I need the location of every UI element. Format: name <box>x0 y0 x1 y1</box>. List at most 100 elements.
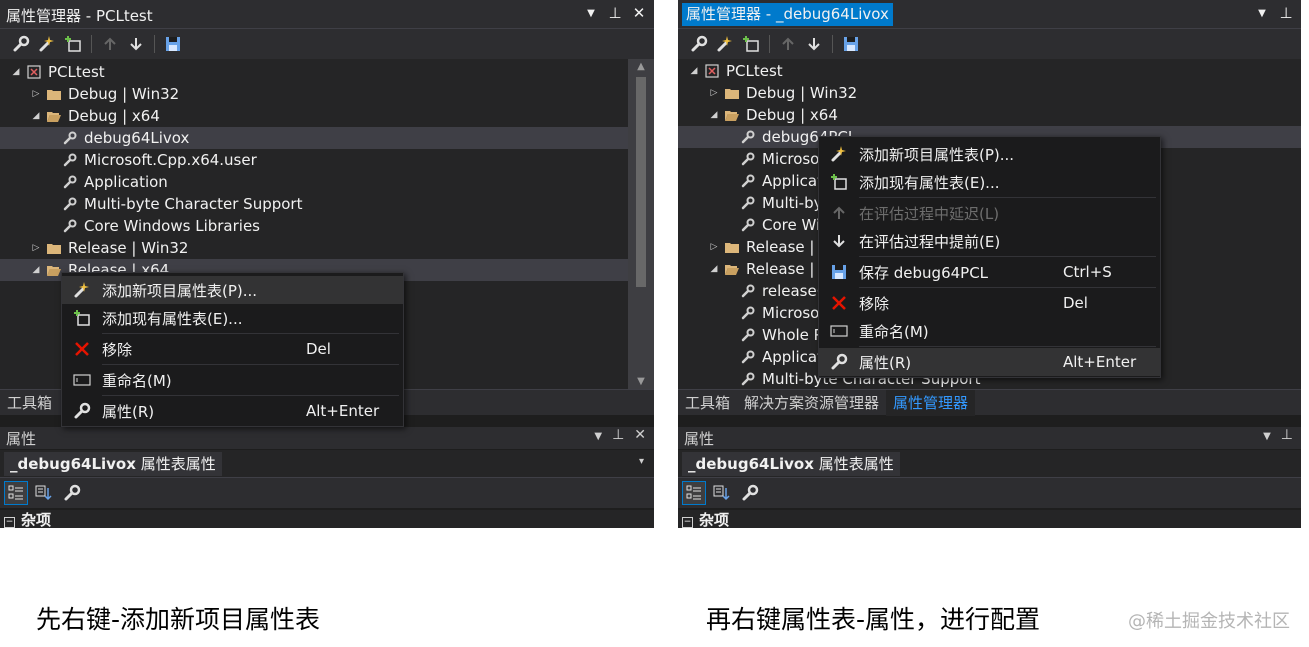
expand-arrow-icon[interactable]: ◢ <box>688 60 700 82</box>
expand-arrow-icon[interactable]: ◢ <box>30 105 42 127</box>
properties-button[interactable] <box>8 32 34 56</box>
tree-node-property-sheet[interactable]: Core Windows Libraries <box>62 215 260 237</box>
menu-item-remove[interactable]: 移除 Del <box>819 289 1160 317</box>
scroll-thumb[interactable] <box>636 77 646 287</box>
collapse-arrow-icon[interactable]: ▷ <box>30 83 42 105</box>
menu-item-label: 添加现有属性表(E)... <box>859 173 1000 192</box>
category-misc[interactable]: − 杂项 <box>0 510 654 528</box>
properties-panel-header: 属性 ▼ ⊥ <box>678 427 1301 449</box>
add-existing-sheet-icon <box>819 173 859 191</box>
save-icon <box>166 37 180 51</box>
menu-item-save[interactable]: 保存 debug64PCL Ctrl+S <box>819 258 1160 286</box>
tab-solution-explorer[interactable]: 解决方案资源管理器 <box>737 390 886 416</box>
move-up-button[interactable] <box>775 32 801 56</box>
tab-toolbox[interactable]: 工具箱 <box>0 390 59 416</box>
tree-node-property-sheet-selected[interactable]: debug64Livox <box>0 127 628 149</box>
panel-title: 属性管理器 - _debug64Livox <box>682 3 893 26</box>
add-existing-sheet-button[interactable] <box>60 32 86 56</box>
menu-item-add-existing-sheet[interactable]: 添加现有属性表(E)... <box>819 168 1160 196</box>
properties-object-selector[interactable]: _debug64Livox 属性表属性 <box>678 450 1301 478</box>
scroll-up-icon[interactable]: ▲ <box>628 61 654 72</box>
menu-item-rename[interactable]: 重命名(M) <box>819 317 1160 345</box>
tree-scrollbar[interactable]: ▲ ▼ <box>628 59 654 389</box>
tree-node-project[interactable]: ◢ PCLtest <box>688 60 783 82</box>
properties-object-selector[interactable]: _debug64Livox 属性表属性 ▾ <box>0 450 654 478</box>
panel-titlebar: 属性管理器 - PCLtest ▼ ⊥ ✕ <box>0 0 654 29</box>
pin-button[interactable]: ⊥ <box>612 427 624 447</box>
menu-item-label: 属性(R) <box>102 402 155 421</box>
collapse-arrow-icon[interactable]: ▷ <box>708 236 720 258</box>
add-new-sheet-icon <box>717 36 732 52</box>
pin-button[interactable]: ⊥ <box>1281 427 1293 447</box>
tree-node-config[interactable]: ◢ Debug | x64 <box>708 104 838 126</box>
tree-node-project[interactable]: ◢ PCLtest <box>10 61 105 83</box>
menu-item-add-new-sheet[interactable]: 添加新项目属性表(P)... <box>819 140 1160 168</box>
add-new-sheet-button[interactable] <box>712 32 738 56</box>
window-position-dropdown-button[interactable]: ▼ <box>584 4 598 24</box>
add-new-sheet-icon <box>39 36 54 52</box>
collapse-toggle-icon[interactable]: − <box>682 517 693 528</box>
menu-item-add-existing-sheet[interactable]: 添加现有属性表(E)... <box>62 304 403 332</box>
alphabetical-button[interactable] <box>710 481 734 505</box>
folder-icon <box>724 85 740 101</box>
expand-arrow-icon[interactable]: ◢ <box>708 258 720 280</box>
menu-item-move-earlier[interactable]: 在评估过程中提前(E) <box>819 227 1160 255</box>
categorized-button[interactable] <box>682 481 706 505</box>
properties-panel-title: 属性 <box>684 430 715 448</box>
save-button[interactable] <box>160 32 186 56</box>
tree-node-label: Debug | x64 <box>68 107 160 125</box>
tree-node-config[interactable]: ▷ Release | Win32 <box>30 237 189 259</box>
properties-button[interactable] <box>686 32 712 56</box>
menu-item-properties[interactable]: 属性(R) Alt+Enter <box>62 397 403 425</box>
property-manager-toolbar <box>678 29 1301 59</box>
add-existing-sheet-button[interactable] <box>738 32 764 56</box>
tab-property-manager[interactable]: 属性管理器 <box>886 389 976 416</box>
menu-item-rename[interactable]: 重命名(M) <box>62 366 403 394</box>
move-down-button[interactable] <box>123 32 149 56</box>
window-position-dropdown-button[interactable]: ▼ <box>1255 4 1269 24</box>
scroll-down-icon[interactable]: ▼ <box>628 376 654 387</box>
close-button[interactable]: ✕ <box>632 4 646 24</box>
save-icon <box>844 37 858 51</box>
close-button[interactable]: ✕ <box>634 427 646 447</box>
collapse-arrow-icon[interactable]: ▷ <box>30 237 42 259</box>
tree-node-property-sheet[interactable]: Application <box>62 171 168 193</box>
alphabetical-button[interactable] <box>32 481 56 505</box>
expand-arrow-icon[interactable]: ◢ <box>30 259 42 281</box>
category-misc[interactable]: − 杂项 <box>678 510 1301 528</box>
menu-separator <box>859 256 1156 257</box>
tree-node-config[interactable]: ◢ Debug | x64 <box>30 105 160 127</box>
menu-item-remove[interactable]: 移除 Del <box>62 335 403 363</box>
collapse-toggle-icon[interactable]: − <box>4 517 15 528</box>
menu-item-move-later[interactable]: 在评估过程中延迟(L) <box>819 199 1160 227</box>
tree-node-config[interactable]: ▷ Debug | Win32 <box>708 82 858 104</box>
toolbar-separator <box>91 35 92 53</box>
pin-button[interactable]: ⊥ <box>608 4 622 24</box>
menu-item-add-new-sheet[interactable]: 添加新项目属性表(P)... <box>62 276 403 304</box>
tab-toolbox[interactable]: 工具箱 <box>678 390 737 416</box>
tree-node-label: PCLtest <box>48 63 105 81</box>
tree-node-config[interactable]: ▷ Debug | Win32 <box>30 83 180 105</box>
add-new-sheet-icon <box>62 281 102 299</box>
tree-node-property-sheet[interactable]: Multi-byte Character Support <box>62 193 302 215</box>
tree-node-property-sheet[interactable]: Microsoft.Cpp.x64.user <box>62 149 257 171</box>
property-pages-button[interactable] <box>60 481 84 505</box>
menu-item-properties[interactable]: 属性(R) Alt+Enter <box>819 348 1160 376</box>
expand-arrow-icon[interactable]: ◢ <box>708 104 720 126</box>
chevron-down-icon[interactable]: ▾ <box>639 456 644 467</box>
save-button[interactable] <box>838 32 864 56</box>
move-down-button[interactable] <box>801 32 827 56</box>
add-new-sheet-button[interactable] <box>34 32 60 56</box>
move-up-button[interactable] <box>97 32 123 56</box>
collapse-arrow-icon[interactable]: ▷ <box>708 82 720 104</box>
window-position-dropdown-button[interactable]: ▼ <box>1263 427 1271 447</box>
tree-node-label: Core Windows Libraries <box>84 217 260 235</box>
pin-button[interactable]: ⊥ <box>1279 4 1293 24</box>
arrow-up-icon <box>782 37 794 50</box>
menu-separator <box>859 346 1156 347</box>
categorized-button[interactable] <box>4 481 28 505</box>
expand-arrow-icon[interactable]: ◢ <box>10 61 22 83</box>
property-pages-button[interactable] <box>738 481 762 505</box>
window-position-dropdown-button[interactable]: ▼ <box>594 427 602 447</box>
folder-open-icon <box>724 261 740 277</box>
